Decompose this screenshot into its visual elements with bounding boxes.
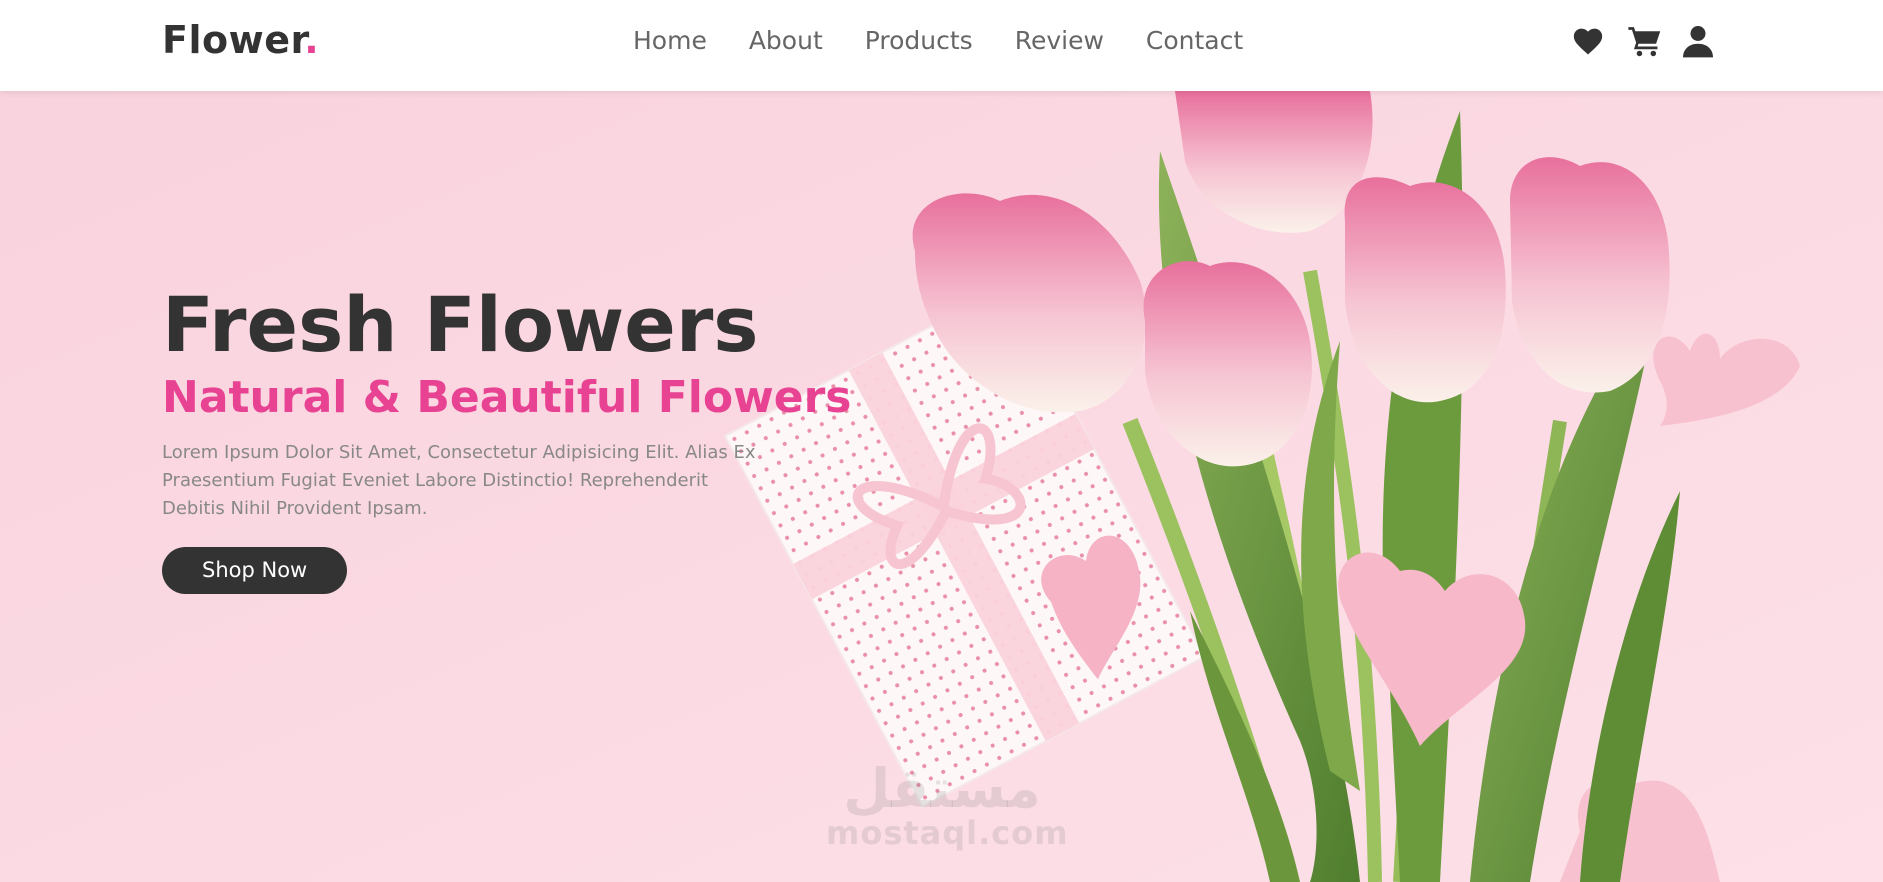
nav-products[interactable]: Products — [865, 26, 973, 55]
watermark-latin: mostaql.com — [826, 814, 1069, 852]
heart-icon[interactable] — [1571, 24, 1605, 58]
hero-title: Fresh Flowers — [162, 280, 759, 369]
hero-section: Fresh Flowers Natural & Beautiful Flower… — [0, 91, 1883, 882]
hero-description: Lorem Ipsum Dolor Sit Amet, Consectetur … — [162, 442, 756, 519]
user-icon[interactable] — [1683, 24, 1717, 58]
main-nav: Home About Products Review Contact — [633, 26, 1285, 55]
nav-home[interactable]: Home — [633, 26, 707, 55]
watermark-arabic: مستقل — [843, 757, 1041, 820]
logo-text: Flower — [162, 18, 305, 62]
shop-now-button[interactable]: Shop Now — [162, 547, 348, 594]
site-header: Flower. Home About Products Review Conta… — [0, 0, 1883, 91]
nav-about[interactable]: About — [749, 26, 823, 55]
watermark: مستقل mostaql.com — [826, 757, 1069, 852]
hero-subtitle: Natural & Beautiful Flowers — [162, 372, 852, 423]
logo[interactable]: Flower. — [162, 18, 319, 62]
nav-review[interactable]: Review — [1015, 26, 1104, 55]
nav-contact[interactable]: Contact — [1146, 26, 1243, 55]
cart-icon[interactable] — [1627, 24, 1661, 58]
header-icons — [1571, 24, 1717, 58]
logo-dot: . — [304, 18, 320, 62]
hero-content: Fresh Flowers Natural & Beautiful Flower… — [162, 280, 852, 594]
